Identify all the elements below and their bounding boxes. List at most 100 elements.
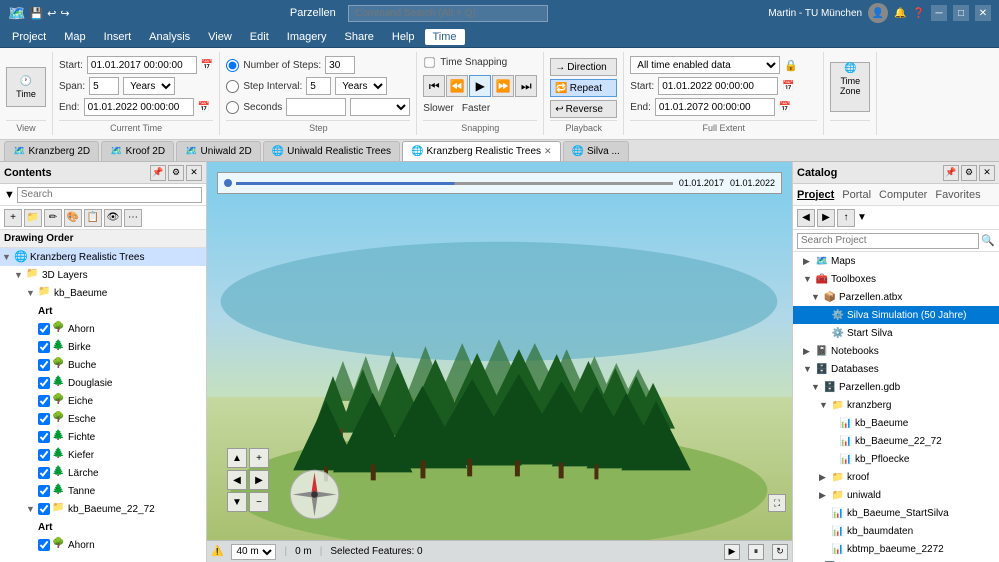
layer-input[interactable] — [286, 98, 346, 116]
scale-select[interactable]: 40 m — [231, 544, 276, 560]
expand-gdb[interactable]: ▼ — [811, 382, 823, 392]
birke-check[interactable] — [38, 341, 50, 353]
ctree-uniwald[interactable]: ▶ 📁 uniwald — [793, 486, 999, 504]
tab-kranzberg-2d[interactable]: 🗺️ Kranzberg 2D — [4, 141, 99, 161]
pause-map-btn[interactable]: ⏸ — [748, 544, 764, 560]
fullext-end-input[interactable] — [655, 98, 775, 116]
more-btn[interactable]: ⋯ — [124, 209, 142, 227]
skip-to-start-btn[interactable]: ⏮ — [423, 75, 445, 97]
ahorn2-check[interactable] — [38, 539, 50, 551]
tab-uniwald-realistic[interactable]: 🌐 Uniwald Realistic Trees — [263, 141, 400, 161]
tanne-check[interactable] — [38, 485, 50, 497]
expand-kroof[interactable]: ▶ — [819, 472, 831, 483]
ctree-toolboxes[interactable]: ▼ 🧰 Toolboxes — [793, 270, 999, 288]
catalog-tab-project[interactable]: Project — [797, 189, 834, 201]
layer-item-kranzberg[interactable]: ▼ 🌐 Kranzberg Realistic Trees — [0, 248, 206, 266]
tab-kroof-2d[interactable]: 🗺️ Kroof 2D — [101, 141, 174, 161]
tab-kranzberg-realistic[interactable]: 🌐 Kranzberg Realistic Trees ✕ — [402, 141, 561, 161]
ctree-kroof[interactable]: ▶ 📁 kroof — [793, 468, 999, 486]
layer-item-kb[interactable]: ▼ 📁 kb_Baeume — [0, 284, 206, 302]
ctree-notebooks[interactable]: ▶ 📓 Notebooks — [793, 342, 999, 360]
contents-settings-btn[interactable]: ⚙ — [168, 165, 184, 181]
calendar-icon[interactable]: 📅 — [201, 60, 213, 71]
layer-select[interactable] — [350, 98, 410, 116]
douglasie-check[interactable] — [38, 377, 50, 389]
add-data-btn[interactable]: + — [4, 209, 22, 227]
esche-check[interactable] — [38, 413, 50, 425]
ctree-maps[interactable]: ▶ 🗺️ Maps — [793, 252, 999, 270]
catalog-tab-portal[interactable]: Portal — [842, 189, 871, 201]
view-btn[interactable]: 🕐 Time — [6, 67, 46, 107]
refresh-map-btn[interactable]: ↻ — [772, 544, 788, 560]
fichte-check[interactable] — [38, 431, 50, 443]
timeline-track[interactable] — [236, 182, 673, 185]
seconds-radio[interactable] — [226, 101, 239, 114]
contents-search-input[interactable] — [17, 187, 202, 203]
ctree-parzellen-gdb[interactable]: ▼ 🗄️ Parzellen.gdb — [793, 378, 999, 396]
kiefer-check[interactable] — [38, 449, 50, 461]
layer-eiche[interactable]: 🌳 Eiche — [0, 392, 206, 410]
play-btn[interactable]: ▶ — [469, 75, 491, 97]
menu-insert[interactable]: Insert — [96, 29, 140, 45]
ctree-databases[interactable]: ▼ 🗄️ Databases — [793, 360, 999, 378]
contents-close-btn[interactable]: ✕ — [186, 165, 202, 181]
pan-up-btn[interactable]: ▲ — [227, 448, 247, 468]
ctree-waldwolke[interactable]: ▶ 🗄️ Waldwolke @ GeoDB.sde — [793, 558, 999, 562]
ctree-silva-sim[interactable]: ⚙️ Silva Simulation (50 Jahre) — [793, 306, 999, 324]
start-input[interactable] — [87, 56, 197, 74]
contents-pin-btn[interactable]: 📌 — [150, 165, 166, 181]
expand-icon[interactable]: ▼ — [2, 252, 14, 262]
ctree-kb-pfloecke[interactable]: 📊 kb_Pfloecke — [793, 450, 999, 468]
ctree-kbtmp[interactable]: 📊 kbtmp_baeume_2272 — [793, 540, 999, 558]
calendar2-icon[interactable]: 📅 — [198, 102, 210, 113]
minimize-btn[interactable]: ─ — [931, 5, 947, 21]
catalog-up-btn[interactable]: ↑ — [837, 209, 855, 227]
catalog-settings-btn[interactable]: ⚙ — [961, 165, 977, 181]
folder-btn[interactable]: 📁 — [24, 209, 42, 227]
map-viewport[interactable]: 01.01.2017 01.01.2022 — [207, 162, 792, 562]
layer-buche[interactable]: 🌳 Buche — [0, 356, 206, 374]
calendar3-icon[interactable]: 📅 — [782, 81, 794, 92]
all-time-select[interactable]: All time enabled data — [630, 56, 780, 74]
menu-imagery[interactable]: Imagery — [279, 29, 335, 45]
step-back-btn[interactable]: ⏪ — [446, 75, 468, 97]
quick-save-icon[interactable]: 💾 — [29, 7, 43, 20]
pan-down-btn[interactable]: ▼ — [227, 492, 247, 512]
expand-maps[interactable]: ▶ — [803, 256, 815, 267]
maximize-btn[interactable]: □ — [953, 5, 969, 21]
zoom-out-btn[interactable]: − — [249, 492, 269, 512]
menu-edit[interactable]: Edit — [242, 29, 277, 45]
interval-radio[interactable] — [226, 80, 239, 93]
layer-douglasie[interactable]: 🌲 Douglasie — [0, 374, 206, 392]
menu-analysis[interactable]: Analysis — [141, 29, 198, 45]
zoom-in-btn[interactable]: + — [249, 448, 269, 468]
expand-kranzberg-db[interactable]: ▼ — [819, 400, 831, 410]
layer-tanne[interactable]: 🌲 Tanne — [0, 482, 206, 500]
skip-to-end-btn[interactable]: ⏭ — [515, 75, 537, 97]
catalog-tab-computer[interactable]: Computer — [879, 189, 927, 201]
layer-fichte[interactable]: 🌲 Fichte — [0, 428, 206, 446]
catalog-search-input[interactable] — [797, 233, 979, 249]
layer-laerche[interactable]: 🌲 Lärche — [0, 464, 206, 482]
command-search[interactable] — [348, 5, 548, 22]
calendar4-icon[interactable]: 📅 — [779, 102, 791, 113]
ctree-kb-baeume[interactable]: 📊 kb_Baeume — [793, 414, 999, 432]
interval-unit-select[interactable]: Years — [335, 77, 387, 95]
pan-right-btn[interactable]: ▶ — [249, 470, 269, 490]
repeat-btn[interactable]: 🔁 Repeat — [550, 79, 617, 97]
layer-kiefer[interactable]: 🌲 Kiefer — [0, 446, 206, 464]
close-btn[interactable]: ✕ — [975, 5, 991, 21]
direction-btn[interactable]: → Direction — [550, 58, 617, 76]
layer-ahorn[interactable]: 🌳 Ahorn — [0, 320, 206, 338]
expand-toolboxes[interactable]: ▼ — [803, 274, 815, 284]
expand-icon-3d[interactable]: ▼ — [14, 270, 26, 280]
laerche-check[interactable] — [38, 467, 50, 479]
fullext-start-input[interactable] — [658, 77, 778, 95]
ctree-kb-2272[interactable]: 📊 kb_Baeume_22_72 — [793, 432, 999, 450]
catalog-forward-btn[interactable]: ▶ — [817, 209, 835, 227]
ctree-baumdaten[interactable]: 📊 kb_baumdaten — [793, 522, 999, 540]
timeline-bar[interactable]: 01.01.2017 01.01.2022 — [217, 172, 782, 194]
notification-icon[interactable]: 🔔 — [894, 8, 906, 19]
expand-uniwald[interactable]: ▶ — [819, 490, 831, 501]
menu-project[interactable]: Project — [4, 29, 54, 45]
